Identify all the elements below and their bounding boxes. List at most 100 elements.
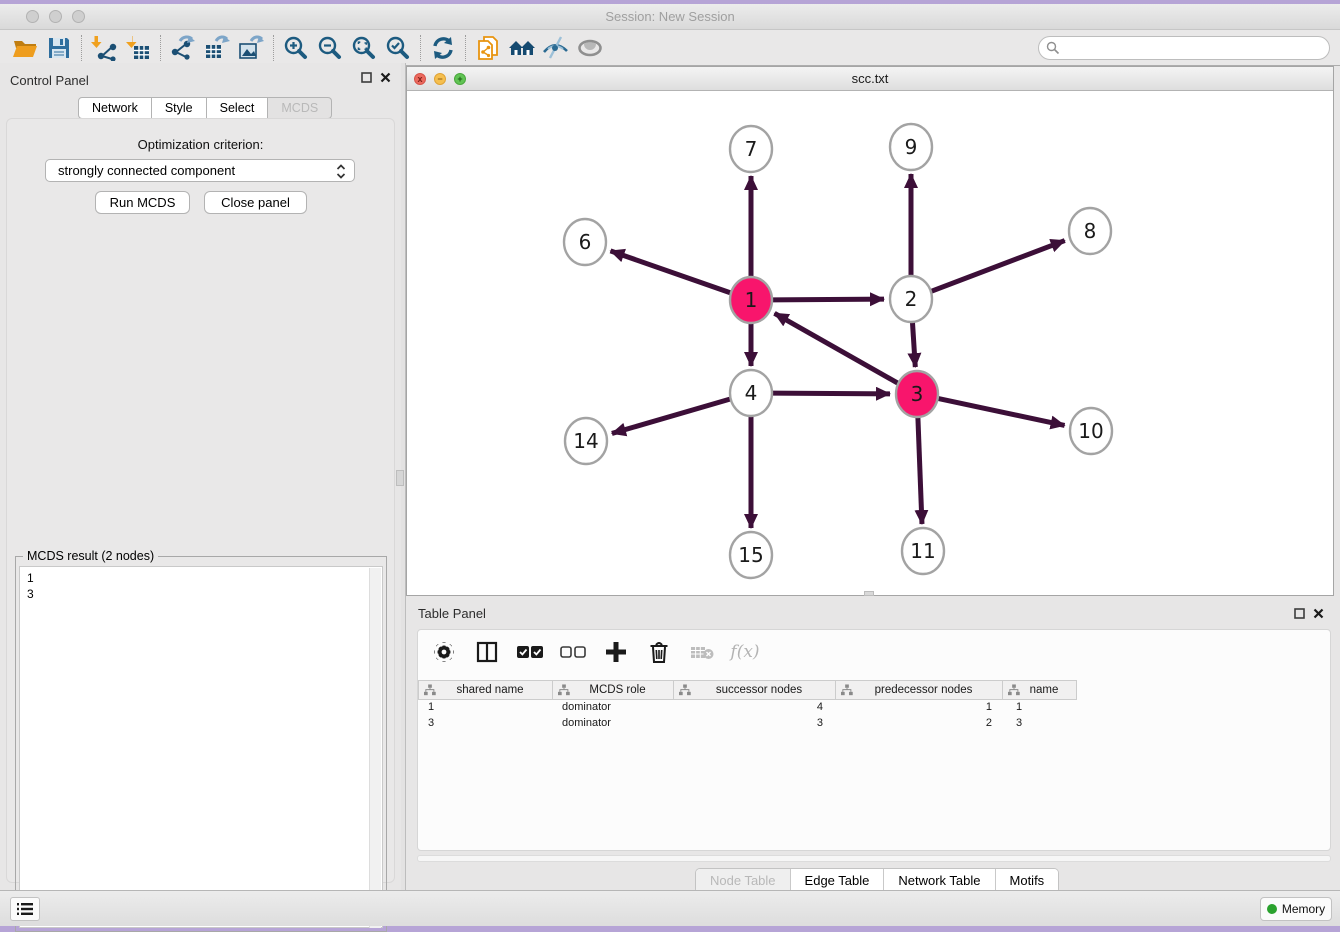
zoom-fit-icon (351, 35, 377, 61)
graph-node-4[interactable]: 4 (730, 370, 772, 416)
control-panel-title: Control Panel (10, 73, 89, 88)
select-all-columns-button[interactable] (516, 638, 544, 666)
close-panel-icon[interactable] (380, 72, 391, 83)
export-table-button[interactable] (200, 33, 234, 63)
delete-column-button[interactable] (645, 638, 673, 666)
graph-node-14[interactable]: 14 (565, 418, 607, 464)
show-graphics-details-icon (576, 35, 604, 61)
export-network-button[interactable] (166, 33, 200, 63)
tab-select[interactable]: Select (207, 97, 269, 119)
import-table-icon (125, 35, 151, 61)
graph-node-6[interactable]: 6 (564, 219, 606, 265)
graph-node-9[interactable]: 9 (890, 124, 932, 170)
deselect-all-columns-button[interactable] (559, 638, 587, 666)
edge-1-6[interactable] (610, 251, 730, 293)
tree-icon (679, 684, 691, 696)
export-image-button[interactable] (234, 33, 268, 63)
table-settings-button[interactable] (430, 638, 458, 666)
toolbar-separator (465, 35, 466, 61)
refresh-view-button[interactable] (426, 33, 460, 63)
float-panel-icon[interactable] (1294, 608, 1305, 619)
search-input[interactable] (1060, 39, 1329, 57)
zoom-in-button[interactable] (279, 33, 313, 63)
column-layout-button[interactable] (473, 638, 501, 666)
graph-node-10[interactable]: 10 (1070, 408, 1112, 454)
memory-button[interactable]: Memory (1260, 897, 1332, 921)
toolbar-separator (273, 35, 274, 61)
zoom-fit-button[interactable] (347, 33, 381, 63)
zoom-out-button[interactable] (313, 33, 347, 63)
edge-2-8[interactable] (932, 241, 1065, 292)
close-panel-icon[interactable] (1313, 608, 1324, 619)
task-list-icon (17, 902, 33, 916)
edge-2-3[interactable] (912, 321, 915, 367)
node-label-9: 9 (905, 135, 918, 159)
graph-node-7[interactable]: 7 (730, 126, 772, 172)
edge-1-2[interactable] (773, 299, 884, 300)
column-header-shared-name[interactable]: shared name (418, 680, 553, 700)
table-row[interactable]: 1dominator411 (419, 701, 1078, 717)
graph-node-3[interactable]: 3 (896, 371, 938, 417)
graph-node-2[interactable]: 2 (890, 276, 932, 322)
edge-3-11[interactable] (918, 416, 922, 524)
clone-network-button[interactable] (471, 33, 505, 63)
table-hscrollbar[interactable] (417, 855, 1331, 862)
create-column-button[interactable] (602, 638, 630, 666)
network-graph: 7 9 6 8 1 2 4 3 14 10 15 11 (407, 91, 1333, 595)
column-header-name[interactable]: name (1003, 680, 1077, 700)
trash-icon (649, 641, 669, 663)
table-cell: dominator (554, 717, 675, 733)
edge-4-3[interactable] (773, 393, 890, 394)
column-header-predecessor-nodes[interactable]: predecessor nodes (836, 680, 1003, 700)
zoom-selected-button[interactable] (381, 33, 415, 63)
network-canvas[interactable]: 7 9 6 8 1 2 4 3 14 10 15 11 (407, 91, 1333, 595)
search-box[interactable] (1038, 36, 1330, 60)
result-scrollbar[interactable] (369, 568, 381, 928)
close-panel-button[interactable]: Close panel (204, 191, 307, 214)
tree-icon (424, 684, 436, 696)
tab-mcds[interactable]: MCDS (268, 97, 332, 119)
panel-splitter-handle[interactable] (396, 470, 404, 486)
network-window-titlebar: x − + scc.txt (407, 67, 1333, 91)
edge-3-1[interactable] (774, 313, 897, 383)
column-header-MCDS-role[interactable]: MCDS role (553, 680, 674, 700)
ndex-houses-button[interactable] (505, 33, 539, 63)
function-builder-icon: f(x) (730, 642, 759, 662)
delete-table-icon (690, 644, 714, 660)
graph-node-8[interactable]: 8 (1069, 208, 1111, 254)
tab-style[interactable]: Style (152, 97, 207, 119)
show-graphics-button[interactable] (573, 33, 607, 63)
function-builder-button-disabled: f(x) (731, 638, 759, 666)
column-header-successor-nodes[interactable]: successor nodes (674, 680, 836, 700)
memory-label: Memory (1282, 902, 1325, 916)
tree-icon (841, 684, 853, 696)
table-row[interactable]: 3dominator323 (419, 717, 1078, 733)
task-history-button[interactable] (10, 897, 40, 921)
import-table-button[interactable] (121, 33, 155, 63)
mcds-result-values: 1 3 (20, 567, 382, 602)
edge-4-14[interactable] (612, 399, 730, 433)
tab-network[interactable]: Network (78, 97, 152, 119)
control-panel: Control Panel NetworkStyleSelectMCDS Opt… (0, 63, 401, 890)
optimization-criterion-label: Optimization criterion: (7, 137, 394, 152)
graph-node-15[interactable]: 15 (730, 532, 772, 578)
table-cell: 3 (419, 717, 554, 733)
graph-node-11[interactable]: 11 (902, 528, 944, 574)
mcds-result-group: MCDS result (2 nodes) 1 3 (15, 556, 387, 932)
hide-graphics-button[interactable] (539, 33, 573, 63)
edge-3-10[interactable] (939, 399, 1065, 426)
save-session-button[interactable] (42, 33, 76, 63)
optimization-criterion-select[interactable]: strongly connected component (45, 159, 355, 182)
open-file-button[interactable] (8, 33, 42, 63)
desktop: Session: New Session (0, 0, 1340, 926)
node-label-3: 3 (911, 382, 924, 406)
node-label-6: 6 (579, 230, 592, 254)
search-icon (1046, 41, 1060, 55)
mcds-result-list[interactable]: 1 3 (19, 566, 383, 928)
float-panel-icon[interactable] (361, 72, 372, 83)
run-mcds-button[interactable]: Run MCDS (95, 191, 190, 214)
import-network-button[interactable] (87, 33, 121, 63)
graph-node-1[interactable]: 1 (730, 277, 772, 323)
canvas-splitter-handle[interactable] (864, 591, 874, 596)
cytoscape-window: Session: New Session (0, 4, 1340, 926)
